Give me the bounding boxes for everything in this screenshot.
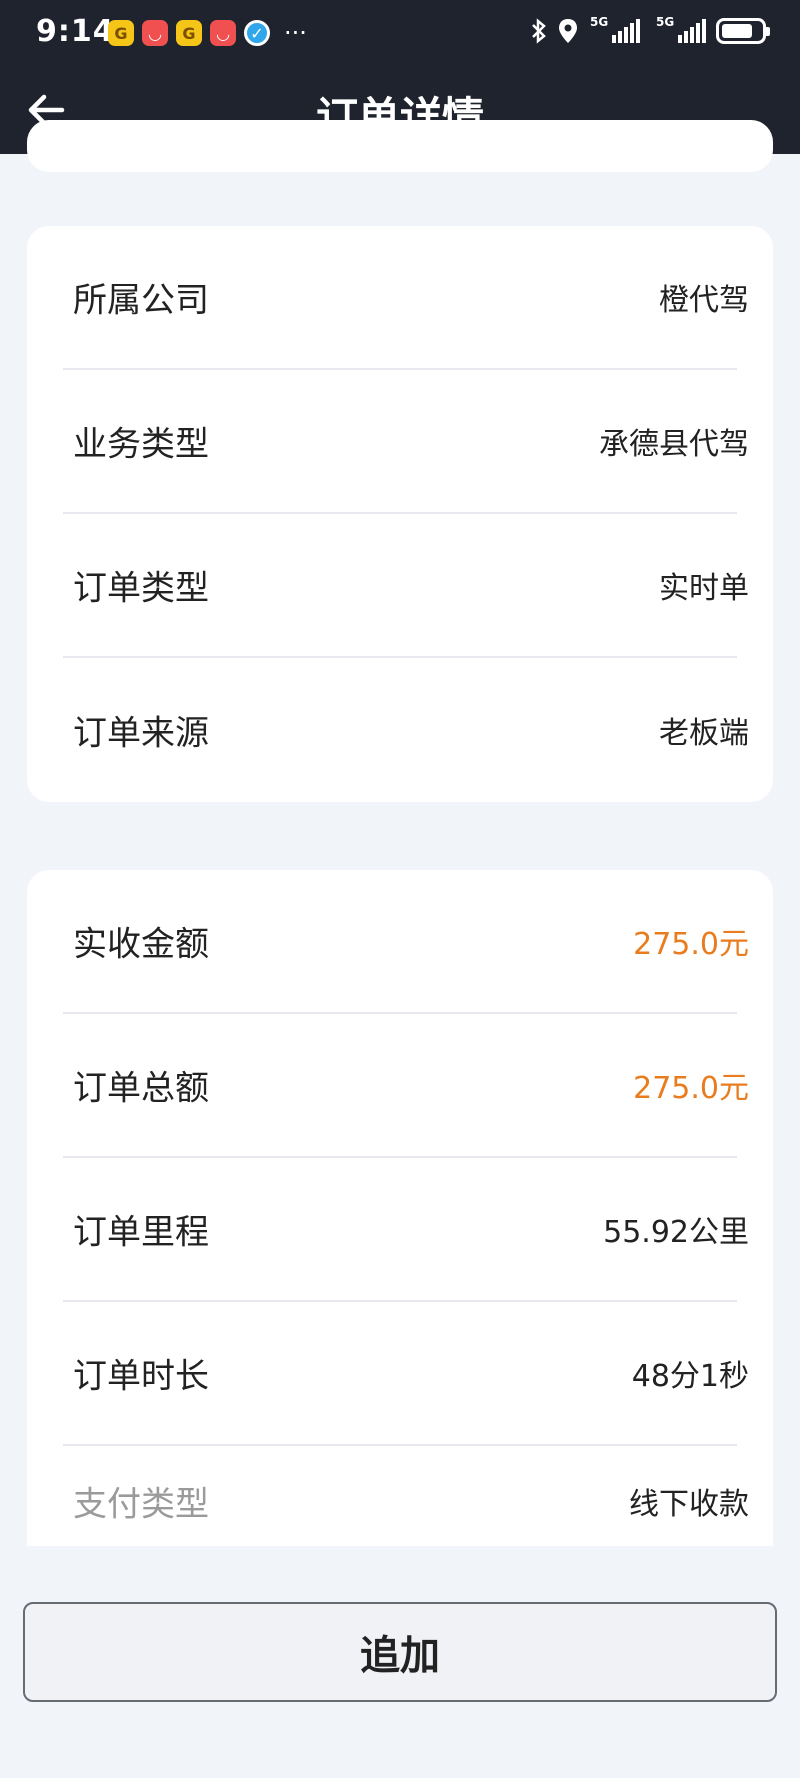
amount-row-received: 实收金额 275.0元 [63,870,749,1014]
location-icon [559,19,577,43]
more-notifications-icon: ··· [284,19,307,47]
amount-row-mileage: 订单里程 55.92公里 [63,1158,749,1302]
row-label: 支付类型 [73,1484,209,1525]
row-label: 业务类型 [73,424,209,465]
info-row-order-source: 订单来源 老板端 [63,658,749,802]
row-label: 订单时长 [73,1356,209,1397]
row-label: 订单总额 [73,1068,209,1109]
amount-row-total: 订单总额 275.0元 [63,1014,749,1158]
network-type-label: 5G [656,15,675,29]
signal-strength-icon: 5G [656,15,706,43]
row-value: 275.0元 [633,1071,749,1106]
row-value: 老板端 [659,716,749,751]
shopping-bag-icon: ◡ [210,20,236,46]
row-value: 实时单 [659,571,749,606]
row-label: 所属公司 [73,280,209,321]
notification-icons: G ◡ G ◡ ✓ ··· [108,20,307,46]
info-row-business-type: 业务类型 承德县代驾 [63,370,749,514]
signal-strength-icon: 5G [590,15,640,43]
amount-row-payment-type: 支付类型 线下收款 [63,1446,749,1546]
row-label: 订单来源 [73,713,209,754]
order-info-card: 所属公司 橙代驾 业务类型 承德县代驾 订单类型 实时单 订单来源 老板端 [27,226,773,802]
bluetooth-icon [532,18,546,44]
row-value: 48分1秒 [631,1359,749,1394]
info-row-company: 所属公司 橙代驾 [63,226,749,370]
clock: 9:14 [36,14,115,49]
row-value: 275.0元 [633,927,749,962]
info-row-order-type: 订单类型 实时单 [63,514,749,658]
status-bar: 9:14 G ◡ G ◡ ✓ ··· 5G 5G [0,0,800,66]
row-value: 承德县代驾 [599,427,749,462]
order-amount-card[interactable]: 实收金额 275.0元 订单总额 275.0元 订单里程 55.92公里 订单时… [27,870,773,1546]
coin-app-icon: G [176,20,202,46]
battery-icon [716,18,770,44]
row-label: 实收金额 [73,924,209,965]
row-value: 橙代驾 [659,283,749,318]
row-value: 线下收款 [629,1487,749,1522]
row-label: 订单里程 [73,1212,209,1253]
amount-row-duration: 订单时长 48分1秒 [63,1302,749,1446]
shopping-bag-icon: ◡ [142,20,168,46]
add-button[interactable]: 追加 [23,1602,777,1702]
system-icons: 5G 5G [530,15,770,44]
browser-icon: ✓ [244,20,270,46]
network-type-label: 5G [590,15,609,29]
row-value: 55.92公里 [603,1215,749,1250]
previous-card-edge [27,120,773,172]
row-label: 订单类型 [73,568,209,609]
coin-app-icon: G [108,20,134,46]
